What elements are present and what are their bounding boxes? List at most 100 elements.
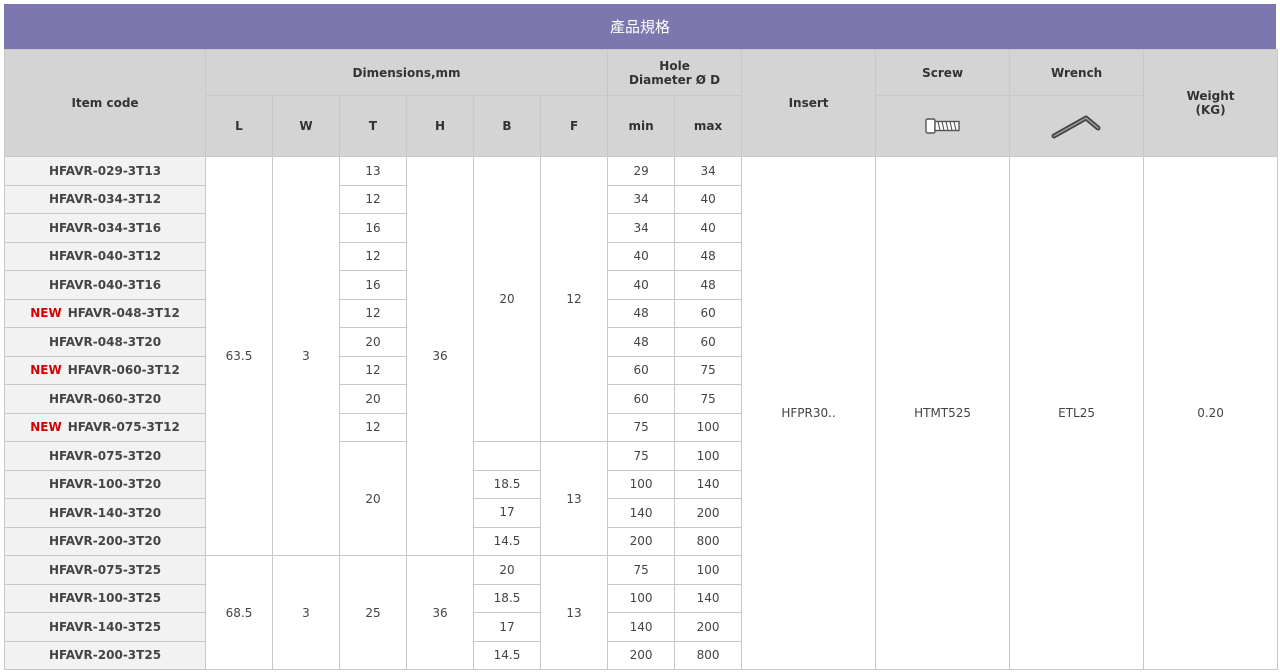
header-item-code: Item code [4,49,206,157]
header-max: max [674,95,743,157]
item-code-cell: NEWHFAVR-029-3T13 [4,156,206,186]
cell-T: 16 [339,213,407,243]
cell-max: 100 [674,441,743,471]
item-code: HFAVR-048-3T12 [67,306,180,321]
cell-T: 13 [339,156,407,186]
cell-weight: 0.20 [1143,156,1279,670]
cell-F: 12 [539,156,609,442]
cell-L: 63.5 [205,156,273,556]
wrench-icon-cell [1009,95,1145,157]
cell-B: 14.5 [473,640,541,670]
cell-min: 48 [607,298,676,328]
cell-max: 34 [674,156,743,186]
cell-T: 12 [339,412,407,442]
cell-insert: HFPR30.. [741,156,877,670]
cell-T: 25 [339,555,407,670]
item-code: HFAVR-060-3T12 [67,363,180,378]
item-code: HFAVR-040-3T16 [48,277,162,292]
item-code-cell: NEWHFAVR-140-3T25 [4,612,206,642]
item-code-cell: NEWHFAVR-200-3T20 [4,526,206,556]
cell-F: 13 [539,441,609,556]
item-code: HFAVR-048-3T20 [48,334,162,349]
cell-max: 48 [674,270,743,300]
table-body: NEWHFAVR-029-3T13 63.5 3 13 36 20 12 29 … [4,156,1279,670]
hole-label-line1: Hole [659,58,690,73]
item-code: HFAVR-034-3T16 [48,220,162,235]
item-code: HFAVR-140-3T20 [48,505,162,520]
cell-max: 60 [674,327,743,357]
cell-min: 100 [607,469,676,499]
cell-min: 48 [607,327,676,357]
header-insert: Insert [741,49,877,157]
cell-min: 140 [607,498,676,528]
item-code-cell: NEW HFAVR-048-3T12 [4,298,206,328]
item-code-cell: NEWHFAVR-034-3T12 [4,184,206,214]
cell-min: 100 [607,583,676,613]
cell-max: 800 [674,526,743,556]
cell-L: 68.5 [205,555,273,670]
item-code-cell: NEWHFAVR-100-3T20 [4,469,206,499]
cell-max: 140 [674,469,743,499]
item-code: HFAVR-200-3T20 [48,534,162,549]
new-badge: NEW [30,363,62,378]
item-code: HFAVR-060-3T20 [48,391,162,406]
cell-B: 18.5 17 14.5 [473,441,541,556]
cell-max: 100 [674,412,743,442]
item-code-cell: NEW HFAVR-075-3T12 [4,412,206,442]
cell-max: 100 [674,555,743,585]
header-B: B [473,95,541,157]
cell-H: 36 [406,156,474,556]
header-dimensions: Dimensions,mm [204,49,609,96]
table-row: NEWHFAVR-029-3T13 63.5 3 13 36 20 12 29 … [4,156,1279,670]
cell-T: 16 [339,270,407,300]
cell-T: 20 [339,327,407,357]
cell-max: 140 [674,583,743,613]
item-code: HFAVR-100-3T25 [48,591,162,606]
product-spec-table: Item code Dimensions,mm Hole Diameter Ø D… [4,49,1279,670]
item-code: HFAVR-075-3T20 [48,448,162,463]
item-code: HFAVR-029-3T13 [48,163,162,178]
cell-min: 60 [607,384,676,414]
cell-min: 40 [607,241,676,271]
cell-min: 200 [607,526,676,556]
cell-T: 20 [339,441,407,556]
item-code-cell: NEWHFAVR-200-3T25 [4,640,206,670]
weight-label-line2: (KG) [1195,103,1226,117]
cell-H: 36 [406,555,474,670]
cell-max: 200 [674,498,743,528]
cell-min: 75 [607,441,676,471]
item-code-cell: NEWHFAVR-040-3T16 [4,270,206,300]
cell-T: 12 [339,241,407,271]
item-code: HFAVR-034-3T12 [48,192,162,207]
item-code: HFAVR-140-3T25 [48,619,162,634]
cell-B: 17 [473,612,541,642]
cell-min: 40 [607,270,676,300]
item-code-cell: NEWHFAVR-075-3T25 [4,555,206,585]
item-code-cell: NEWHFAVR-075-3T20 [4,441,206,471]
new-badge: NEW [30,306,62,321]
header-W: W [272,95,340,157]
header-hole-diameter: Hole Diameter Ø D [607,49,743,96]
item-code: HFAVR-200-3T25 [48,648,162,663]
cell-W: 3 [272,555,340,670]
item-code: HFAVR-100-3T20 [48,477,162,492]
item-code-cell: NEWHFAVR-034-3T16 [4,213,206,243]
header-F: F [539,95,609,157]
item-code-cell: NEW HFAVR-060-3T12 [4,355,206,385]
cell-min: 60 [607,355,676,385]
cell-W: 3 [272,156,340,556]
screw-icon [924,118,960,134]
item-code: HFAVR-075-3T12 [67,420,180,435]
cell-B: 18.5 [473,583,541,613]
cell-T: 12 [339,298,407,328]
item-code: HFAVR-040-3T12 [48,249,162,264]
header-weight: Weight (KG) [1143,49,1279,157]
header-min: min [607,95,676,157]
cell-max: 200 [674,612,743,642]
item-code: HFAVR-075-3T25 [48,562,162,577]
cell-min: 75 [607,412,676,442]
hole-label-line2: Diameter Ø D [629,72,721,87]
b-stack: 18.5 17 14.5 [474,442,540,555]
cell-max: 60 [674,298,743,328]
cell-max: 40 [674,184,743,214]
